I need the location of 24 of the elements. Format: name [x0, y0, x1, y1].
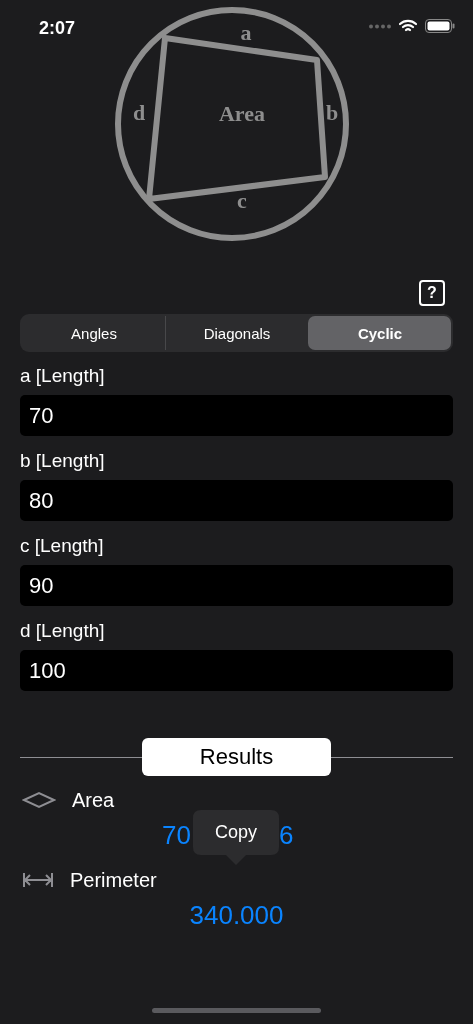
input-field[interactable]: 90: [20, 565, 453, 606]
input-field[interactable]: 80: [20, 480, 453, 521]
status-time: 2:07: [39, 18, 76, 39]
field-label: b [Length]: [20, 449, 106, 473]
result-value[interactable]: 70: [162, 814, 191, 856]
width-arrow-icon: [22, 872, 54, 888]
help-button[interactable]: ?: [419, 280, 445, 306]
result-value[interactable]: 340.000: [189, 894, 284, 936]
battery-icon: [425, 19, 455, 33]
signal-icon: [369, 23, 391, 29]
input-field[interactable]: 100: [20, 650, 453, 691]
field-label: a [Length]: [20, 364, 106, 388]
segment-tab[interactable]: Angles: [22, 316, 165, 350]
input-field[interactable]: 70: [20, 395, 453, 436]
wifi-icon: [399, 19, 417, 33]
results-header: Results: [142, 738, 331, 776]
diamond-icon: [22, 791, 56, 809]
field-label: d [Length]: [20, 619, 106, 643]
result-label: Area: [72, 788, 115, 812]
result-label: Perimeter: [70, 868, 157, 892]
result-value[interactable]: 6: [278, 814, 294, 856]
segment-tab[interactable]: Cyclic: [308, 316, 451, 350]
field-label: c [Length]: [20, 534, 105, 558]
copy-tooltip[interactable]: Copy: [193, 810, 279, 865]
